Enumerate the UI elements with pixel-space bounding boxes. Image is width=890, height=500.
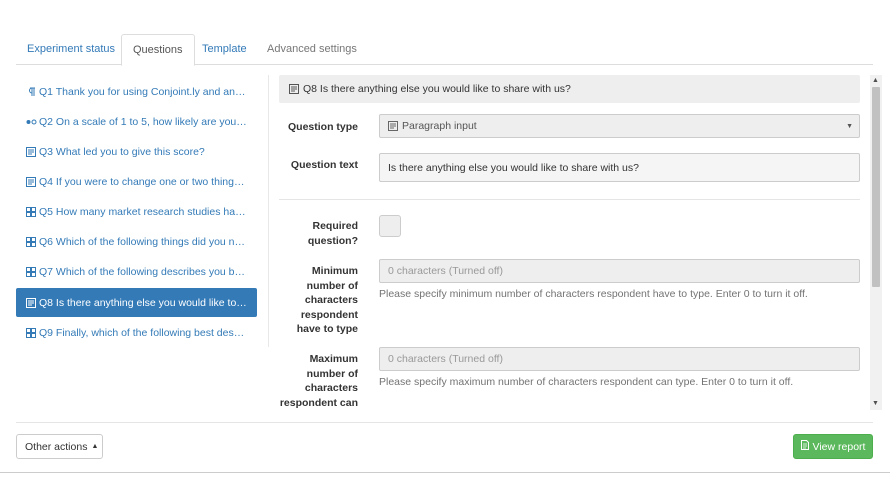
label-line: Minimum [311, 265, 358, 277]
question-item-q6[interactable]: Q6 Which of the following things did you… [16, 227, 257, 256]
tab-bar: Experiment status Questions Template Adv… [16, 34, 873, 66]
required-question-label: Required question? [308, 219, 358, 248]
question-item-q2[interactable]: Q2 On a scale of 1 to 5, how likely are … [16, 107, 257, 136]
max-characters-label: Maximum number of characters respondent … [280, 352, 358, 410]
editor-scrollbar[interactable]: ▲ ▼ [870, 75, 882, 410]
min-characters-help: Please specify minimum number of charact… [379, 288, 808, 300]
choice-grid-icon [26, 266, 36, 277]
question-item-label: Q7 Which of the following describes you … [39, 265, 247, 278]
caret-up-icon: ▲ [91, 443, 99, 450]
question-item-q3[interactable]: Q3 What led you to give this score? [16, 137, 257, 166]
question-item-label: Q9 Finally, which of the following best … [39, 326, 247, 339]
max-characters-value: 0 characters (Turned off) [388, 353, 503, 365]
paragraph-icon [26, 176, 36, 187]
paragraph-icon [388, 121, 398, 131]
question-type-label: Question type [287, 121, 358, 133]
other-actions-button[interactable]: Other actions ▲ [16, 434, 103, 459]
scrollbar-thumb[interactable] [872, 87, 880, 287]
question-editor: Q8 Is there anything else you would like… [279, 75, 881, 410]
label-line: respondent [300, 308, 358, 321]
question-item-label: Q1 Thank you for using Conjoint.ly and a… [39, 85, 247, 98]
choice-grid-icon [26, 206, 36, 217]
label-line: have to type [296, 323, 358, 335]
label-line: number of [306, 367, 358, 380]
paragraph-icon [289, 84, 299, 94]
scroll-down-arrow-icon[interactable]: ▼ [872, 400, 879, 408]
question-item-q4[interactable]: Q4 If you were to change one or two thin… [16, 167, 257, 196]
min-characters-label: Minimum number of characters respondent … [297, 264, 358, 337]
tab-template[interactable]: Template [191, 34, 258, 65]
scale-icon [26, 117, 37, 127]
question-item-q7[interactable]: Q7 Which of the following describes you … [16, 257, 257, 286]
label-line: characters [304, 294, 358, 306]
divider [279, 199, 860, 200]
label-line: number of [306, 279, 358, 292]
choice-grid-icon [26, 327, 36, 338]
chevron-down-icon: ▼ [846, 123, 853, 130]
question-header-title: Q8 Is there anything else you would like… [303, 83, 571, 95]
tab-questions[interactable]: Questions [121, 34, 195, 66]
footer-divider [16, 422, 873, 423]
max-characters-input[interactable]: 0 characters (Turned off) [379, 347, 860, 371]
paragraph-icon [26, 297, 36, 308]
question-item-q5[interactable]: Q5 How many market research studies hav… [16, 197, 257, 226]
min-characters-input[interactable]: 0 characters (Turned off) [379, 259, 860, 283]
question-item-q8[interactable]: Q8 Is there anything else you would like… [16, 288, 257, 317]
tab-advanced-settings[interactable]: Advanced settings [256, 34, 368, 65]
question-item-label: Q2 On a scale of 1 to 5, how likely are … [39, 115, 247, 128]
max-characters-help: Please specify maximum number of charact… [379, 376, 794, 388]
question-list: Q1 Thank you for using Conjoint.ly and a… [16, 75, 269, 347]
question-text-input[interactable]: Is there anything else you would like to… [379, 153, 860, 182]
question-item-label: Q3 What led you to give this score? [39, 145, 205, 158]
paragraph-icon [26, 146, 36, 157]
question-item-label: Q6 Which of the following things did you… [39, 235, 247, 248]
question-item-q1[interactable]: Q1 Thank you for using Conjoint.ly and a… [16, 77, 257, 106]
label-line: characters [304, 382, 358, 394]
view-report-label: View report [812, 440, 866, 453]
question-item-label: Q5 How many market research studies hav… [39, 205, 247, 218]
question-item-q9[interactable]: Q9 Finally, which of the following best … [16, 318, 257, 347]
tab-experiment-status[interactable]: Experiment status [16, 34, 126, 65]
scroll-up-arrow-icon[interactable]: ▲ [872, 77, 879, 85]
choice-grid-icon [26, 236, 36, 247]
other-actions-label: Other actions [25, 440, 88, 453]
question-item-label: Q8 Is there anything else you would like… [39, 296, 247, 309]
question-text-value: Is there anything else you would like to… [388, 161, 639, 174]
document-icon [800, 440, 809, 453]
question-header: Q8 Is there anything else you would like… [279, 75, 860, 103]
min-characters-value: 0 characters (Turned off) [388, 265, 503, 277]
question-item-label: Q4 If you were to change one or two thin… [39, 175, 247, 188]
question-type-select[interactable]: Paragraph input ▼ [379, 114, 860, 138]
bottom-divider [0, 472, 890, 473]
question-text-label: Question text [290, 159, 358, 171]
label-line: Required [312, 220, 358, 232]
label-line: respondent can [279, 396, 358, 409]
label-line: Maximum [309, 353, 358, 365]
label-line: question? [307, 234, 358, 247]
required-checkbox[interactable] [379, 215, 401, 237]
view-report-button[interactable]: View report [793, 434, 873, 459]
pilcrow-icon [26, 87, 36, 97]
question-type-value: Paragraph input [402, 120, 477, 132]
